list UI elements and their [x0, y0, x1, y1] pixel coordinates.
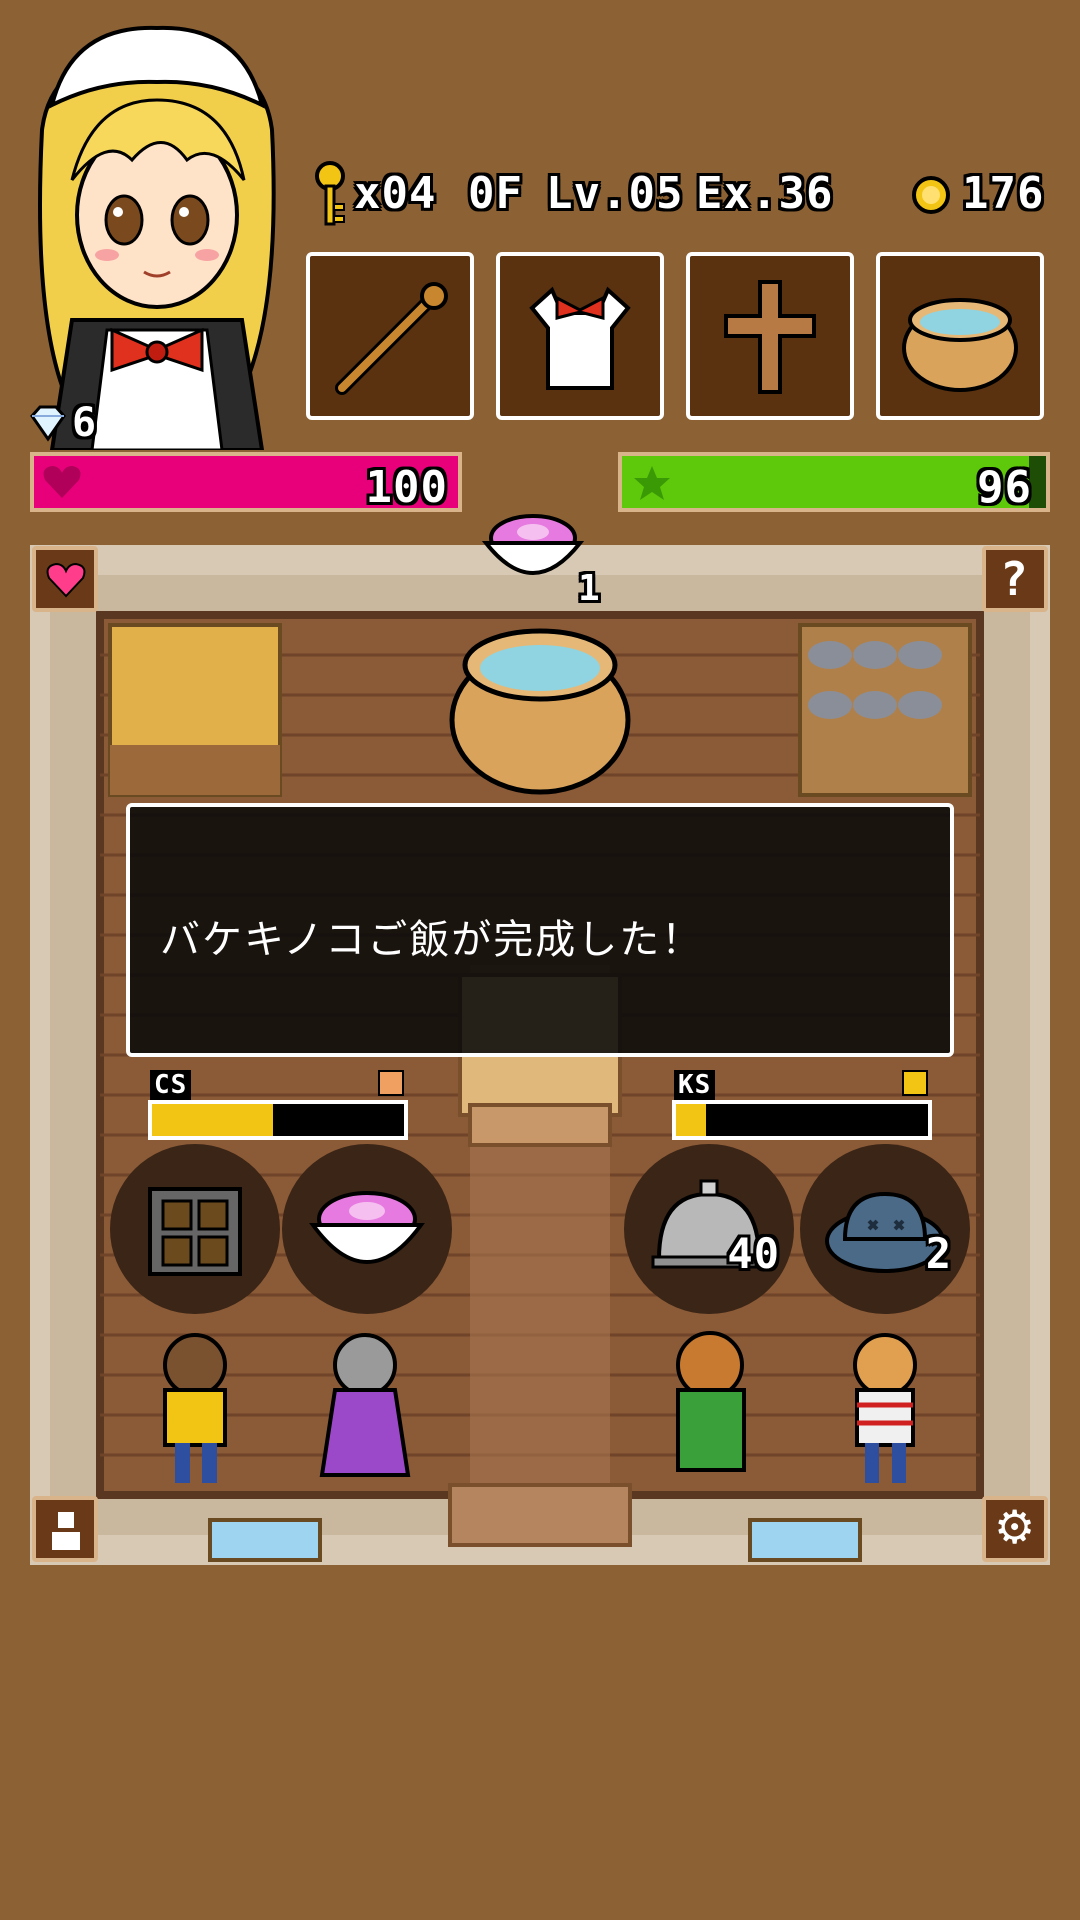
order-count-3: 40 [727, 1229, 780, 1278]
question-mark-icon: ? [1000, 552, 1029, 606]
maid-portrait [38, 25, 276, 450]
current-dish-count: 1 [578, 568, 601, 609]
gear-icon: ⚙ [994, 1500, 1036, 1554]
level-indicator: Lv.05 [546, 168, 684, 219]
order-bubble-3[interactable]: 40 [624, 1144, 794, 1314]
cooking-pot-icon [902, 298, 1018, 392]
key-icon [315, 161, 345, 226]
gauge-label-cs: CS [150, 1070, 192, 1100]
profile-button[interactable] [32, 1496, 98, 1562]
favorite-button[interactable] [32, 546, 98, 612]
stamina-bar-fill [622, 456, 1030, 508]
pink-rice-bowl-icon [481, 514, 585, 575]
maid-apron-icon [529, 286, 631, 390]
order-bubble-1[interactable] [110, 1144, 280, 1314]
stamina-value: 96 [977, 462, 1032, 513]
ks-gauge-fill [676, 1104, 707, 1136]
person-icon [52, 1512, 80, 1550]
face-icon [378, 1070, 404, 1096]
order-bubble-2[interactable] [282, 1144, 452, 1314]
order-bubble-4[interactable]: 2 [800, 1144, 970, 1314]
star-icon [634, 466, 670, 500]
order-count-4: 2 [925, 1229, 952, 1278]
equipment-slot-3[interactable] [686, 252, 854, 420]
current-dish[interactable]: 1 [478, 498, 601, 609]
pink-rice-bowl-icon [309, 1191, 425, 1264]
message-dialog[interactable]: バケキノコご飯が完成した！ [126, 803, 954, 1057]
heart-icon [43, 466, 81, 498]
stamina-bar: 96 [618, 452, 1050, 513]
diamond-icon [30, 405, 66, 442]
equipment-slot-1[interactable] [306, 252, 474, 420]
health-value: 100 [365, 462, 448, 513]
health-bar: 100 [30, 452, 462, 513]
status-row: x04 0F Lv.05 Ex.36 176 [306, 160, 1076, 230]
wooden-cross-icon [724, 280, 816, 394]
cs-gauge-fill [152, 1104, 273, 1136]
cs-gauge [148, 1100, 408, 1140]
customer-3 [676, 1331, 746, 1472]
equipment-slot-4[interactable] [876, 252, 1044, 420]
floor-indicator: 0F [468, 168, 523, 219]
heart-icon [46, 562, 86, 598]
equipment-slot-2[interactable] [496, 252, 664, 420]
experience-indicator: Ex.36 [696, 168, 834, 219]
dialog-message: バケキノコご飯が完成した！ [160, 917, 704, 963]
crown-icon [902, 1070, 928, 1096]
customer-2 [319, 1333, 411, 1477]
gem-counter: 6 [28, 400, 118, 446]
key-count: x04 [354, 168, 437, 219]
coin-count: 176 [962, 168, 1045, 219]
help-button[interactable]: ? [982, 546, 1048, 612]
settings-button[interactable]: ⚙ [982, 1496, 1048, 1562]
ks-gauge [672, 1100, 932, 1140]
gauge-label-ks: KS [674, 1070, 716, 1100]
coin-icon [912, 176, 950, 214]
gem-count: 6 [72, 400, 98, 446]
wooden-staff-icon [335, 282, 448, 395]
brownie-tray-icon [148, 1187, 242, 1276]
